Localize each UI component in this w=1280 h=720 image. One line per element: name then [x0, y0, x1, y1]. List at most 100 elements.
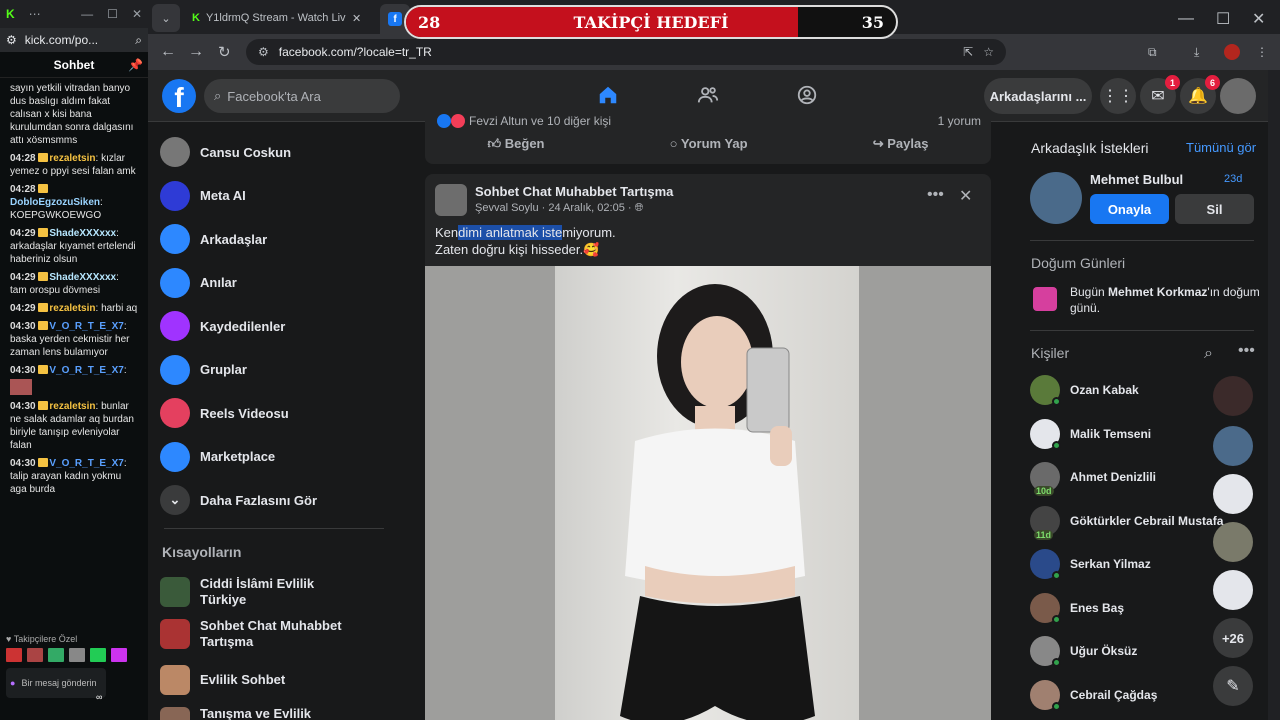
post-date[interactable]: 24 Aralık, 02:05: [548, 202, 624, 214]
sidebar-item[interactable]: Anılar: [160, 263, 237, 303]
group-avatar[interactable]: [435, 184, 467, 216]
comment-count[interactable]: 1 yorum: [938, 114, 981, 128]
sidebar-item[interactable]: Kaydedilenler: [160, 306, 285, 346]
chat-username[interactable]: rezaletsin: [49, 303, 95, 314]
sidebar-item[interactable]: ⌄ Daha Fazlasını Gör: [160, 480, 317, 520]
sidebar-item[interactable]: Arkadaşlar: [160, 219, 267, 259]
chat-head[interactable]: [1213, 522, 1253, 562]
chat-username[interactable]: DobloEgzozuSiken: [10, 197, 100, 208]
tab-close-icon[interactable]: ✕: [352, 12, 361, 25]
messenger-button[interactable]: ✉ 1: [1140, 75, 1180, 114]
download-icon[interactable]: ⤓: [1194, 45, 1199, 60]
menu-button[interactable]: ⋮⋮: [1100, 78, 1136, 114]
find-friends-button[interactable]: Arkadaşlarını ...: [984, 78, 1092, 114]
shortcut-item[interactable]: Sohbet Chat Muhabbet Tartışma: [160, 614, 350, 654]
chat-head[interactable]: [1213, 570, 1253, 610]
delete-button[interactable]: Sil: [1175, 194, 1254, 224]
chat-username[interactable]: V_O_R_T_E_X7: [49, 365, 124, 376]
contacts-more-icon[interactable]: •••: [1238, 342, 1255, 360]
chat-head[interactable]: [1213, 426, 1253, 466]
extensions-icon[interactable]: ⧉: [1148, 45, 1157, 60]
post-group-name[interactable]: Sohbet Chat Muhabbet Tartışma: [475, 184, 673, 199]
shortcut-item[interactable]: Ciddi İslâmi Evlilik Türkiye: [160, 572, 350, 612]
address-bar[interactable]: ⚙ facebook.com/?locale=tr_TR ⇱ ☆: [246, 39, 1006, 65]
chat-username[interactable]: V_O_R_T_E_X7: [49, 321, 124, 332]
birthday-text[interactable]: Bugün Mehmet Korkmaz'ın doğum günü.: [1070, 284, 1260, 316]
facebook-logo[interactable]: f: [162, 79, 196, 113]
contact-item[interactable]: Ozan Kabak: [1030, 372, 1139, 408]
emote-icon[interactable]: [111, 648, 127, 662]
reload-icon[interactable]: ↻: [218, 43, 231, 61]
site-info-icon[interactable]: ⚙: [258, 45, 269, 59]
minimize-icon[interactable]: —: [1178, 10, 1194, 28]
nav-home[interactable]: [593, 80, 623, 110]
contact-item[interactable]: Cebrail Çağdaş: [1030, 677, 1157, 713]
chat-username[interactable]: ShadeXXXxxx: [49, 228, 116, 239]
sidebar-item[interactable]: Meta AI: [160, 176, 246, 216]
mic-icon[interactable]: ●: [10, 678, 15, 688]
pin-icon[interactable]: 📌: [128, 58, 143, 72]
shortcut-item[interactable]: Evlilik Sohbet: [160, 660, 350, 700]
contacts-search-icon[interactable]: ⌕: [1204, 345, 1213, 363]
chrome-menu-icon[interactable]: ⋮: [1256, 45, 1268, 59]
tab-kick[interactable]: K Y1ldrmQ Stream - Watch Live o ✕: [184, 4, 376, 32]
contact-item[interactable]: 11d Göktürkler Cebrail Mustafa: [1030, 503, 1223, 540]
reaction-summary[interactable]: Fevzi Altun ve 10 diğer kişi: [437, 114, 611, 128]
shortcut-item[interactable]: Tanışma ve Evlilik Grubu: [160, 702, 350, 720]
emoji-icon[interactable]: ∞: [96, 692, 102, 702]
contact-item[interactable]: Uğur Öksüz: [1030, 633, 1137, 669]
notifications-button[interactable]: 🔔 6: [1180, 75, 1220, 114]
like-button[interactable]: 👍︎ Beğen: [488, 136, 545, 152]
request-name[interactable]: Mehmet Bulbul: [1090, 172, 1183, 187]
back-icon[interactable]: ←: [160, 43, 176, 61]
bookmark-star-icon[interactable]: ☆: [983, 45, 994, 59]
contact-item[interactable]: Serkan Yilmaz: [1030, 546, 1151, 582]
chat-username[interactable]: rezaletsin: [49, 153, 95, 164]
chat-head[interactable]: [1213, 474, 1253, 514]
nav-friends[interactable]: [693, 80, 723, 110]
comment-button[interactable]: ○ Yorum Yap: [670, 136, 748, 152]
minimize-icon[interactable]: —: [81, 7, 93, 21]
emote-icon[interactable]: [6, 648, 22, 662]
chat-username[interactable]: rezaletsin: [49, 401, 95, 412]
contact-item[interactable]: Malik Temseni: [1030, 416, 1151, 452]
confirm-button[interactable]: Onayla: [1090, 194, 1169, 224]
emote-icon[interactable]: [69, 648, 85, 662]
extension-red-icon[interactable]: [1224, 44, 1240, 60]
emote-icon[interactable]: [90, 648, 106, 662]
site-settings-icon[interactable]: ⚙: [6, 33, 17, 47]
emote-icon[interactable]: [27, 648, 43, 662]
emote-icon[interactable]: [48, 648, 64, 662]
chat-input[interactable]: ● Bir mesaj gönderin: [6, 668, 106, 698]
sidebar-item[interactable]: Marketplace: [160, 437, 275, 477]
zoom-icon[interactable]: ⌕: [135, 33, 142, 48]
maximize-icon[interactable]: ☐: [1216, 9, 1230, 29]
more-chats-button[interactable]: +26: [1213, 618, 1253, 658]
nav-groups[interactable]: [792, 80, 822, 110]
kick-address-bar[interactable]: ⚙ kick.com/po... ⌕: [0, 28, 148, 52]
post-image[interactable]: [425, 266, 991, 720]
forward-icon[interactable]: →: [188, 43, 204, 61]
post-more-icon[interactable]: •••: [927, 186, 944, 204]
share-button[interactable]: ↪ Paylaş: [873, 136, 929, 152]
sidebar-item[interactable]: Reels Videosu: [160, 393, 289, 433]
install-icon[interactable]: ⇱: [963, 45, 973, 59]
chat-username[interactable]: ShadeXXXxxx: [49, 272, 116, 283]
close-icon[interactable]: ✕: [1252, 9, 1265, 29]
post-close-icon[interactable]: ✕: [959, 186, 972, 206]
sidebar-item[interactable]: Cansu Coskun: [160, 132, 291, 172]
tab-search-button[interactable]: ⌄: [152, 4, 180, 32]
post-author[interactable]: Şevval Soylu: [475, 202, 539, 214]
menu-icon[interactable]: ⋯: [29, 7, 41, 21]
request-avatar[interactable]: [1030, 172, 1082, 224]
see-all-requests-link[interactable]: Tümünü gör: [1186, 140, 1256, 155]
search-input[interactable]: ⌕ Facebook'ta Ara: [204, 79, 400, 113]
chat-username[interactable]: V_O_R_T_E_X7: [49, 458, 124, 469]
close-icon[interactable]: ✕: [132, 7, 142, 21]
profile-avatar[interactable]: [1220, 78, 1256, 114]
contact-item[interactable]: Enes Baş: [1030, 590, 1124, 626]
sidebar-item[interactable]: Gruplar: [160, 350, 247, 390]
maximize-icon[interactable]: ☐: [107, 7, 118, 21]
chat-head[interactable]: [1213, 376, 1253, 416]
new-message-button[interactable]: ✎: [1213, 666, 1253, 706]
